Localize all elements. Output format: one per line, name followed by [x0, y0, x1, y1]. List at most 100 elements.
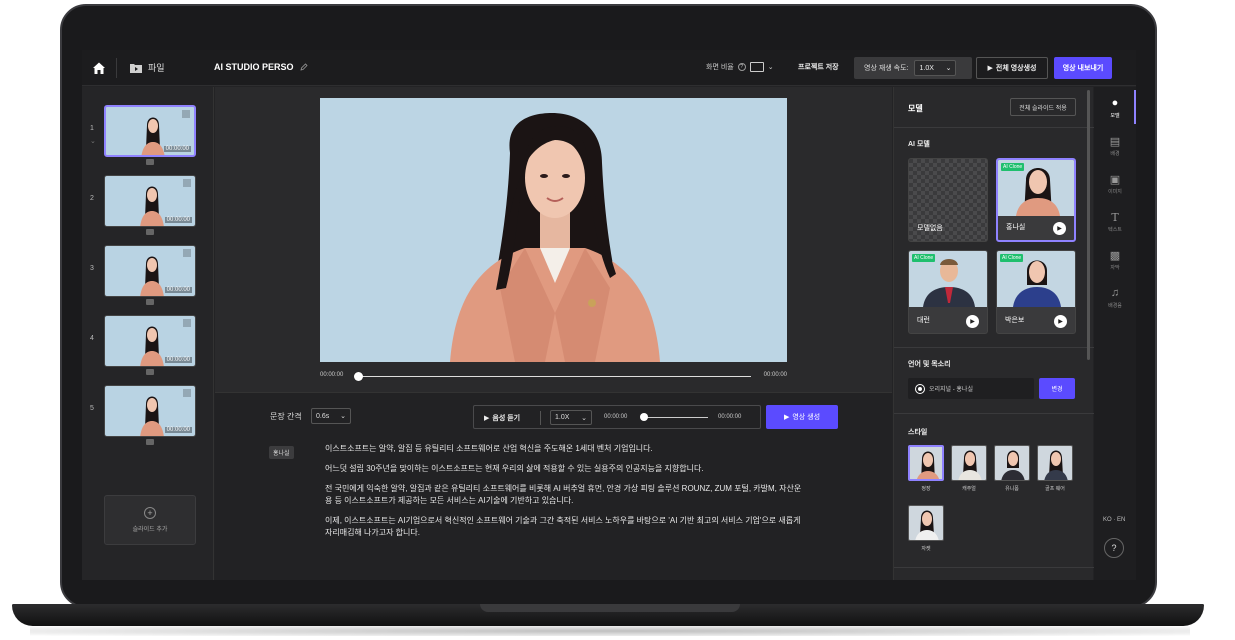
audio-divider: [540, 411, 541, 425]
rail-item-model[interactable]: ● 모델: [1094, 97, 1136, 119]
style-option-suit[interactable]: 정장: [908, 445, 944, 492]
play-icon[interactable]: ▶: [1054, 315, 1067, 328]
slide-note-icon[interactable]: [146, 439, 154, 445]
slide-duration: 00:00:00: [164, 357, 192, 363]
script-paragraph[interactable]: 어느덧 설립 30주년을 맞이하는 이스트소프트는 현재 우리의 삶에 적용할 …: [325, 463, 805, 475]
properties-panel: 모델 전체 슬라이드 적용 AI 모델 모델없음 AI Clone 홍나실 ▶ …: [893, 87, 1094, 580]
panel-scrollbar[interactable]: [1087, 90, 1090, 360]
rail-label: 배경음: [1108, 303, 1122, 309]
script-text[interactable]: 이스트소프트는 알약, 알집 등 유틸리티 소프트웨어로 산업 혁신을 주도해온…: [325, 443, 805, 547]
style-option-golfwear[interactable]: 골프 웨어: [1037, 445, 1073, 492]
timeline-scrubber[interactable]: [354, 372, 363, 381]
slide-item[interactable]: 5 00:00:00: [88, 385, 208, 447]
person-icon: ●: [1111, 97, 1119, 109]
slide-item[interactable]: 2 00:00:00: [88, 175, 208, 237]
editor-center: 00:00:00 00:00:00 문장 간격 0.6s ⌄ ▶ 음성 듣기 1…: [215, 87, 892, 580]
style-label: 자켓: [921, 546, 931, 552]
video-preview[interactable]: [320, 98, 787, 362]
script-paragraph[interactable]: 이스트소프트는 알약, 알집 등 유틸리티 소프트웨어로 산업 혁신을 주도해온…: [325, 443, 805, 455]
rail-label: 텍스트: [1108, 227, 1122, 233]
sentence-gap-select[interactable]: 0.6s ⌄: [311, 408, 351, 424]
project-title[interactable]: AI STUDIO PERSO: [214, 62, 308, 72]
rail-item-image[interactable]: ▣ 이미지: [1094, 173, 1136, 196]
slide-thumbnail[interactable]: 00:00:00: [104, 315, 196, 367]
ai-clone-badge: AI Clone: [912, 254, 936, 262]
home-icon[interactable]: [92, 61, 106, 75]
change-voice-button[interactable]: 변경: [1039, 378, 1075, 399]
style-option-casual[interactable]: 캐주얼: [951, 445, 987, 492]
model-card-hongnasil[interactable]: AI Clone 홍나실 ▶: [996, 158, 1076, 242]
plus-icon: +: [144, 507, 156, 519]
style-label: 캐주얼: [962, 486, 976, 492]
apply-all-slides-button[interactable]: 전체 슬라이드 적용: [1010, 98, 1076, 116]
chevron-down-icon: ⌄: [581, 414, 587, 422]
chevron-down-icon[interactable]: ⌄: [90, 137, 96, 145]
style-thumbnail: [908, 445, 944, 481]
model-card-daren[interactable]: AI Clone 대런 ▶: [908, 250, 988, 334]
generate-all-button[interactable]: ▶ 전체 영상생성: [976, 57, 1048, 79]
generate-video-button[interactable]: ▶ 영상 생성: [766, 405, 838, 429]
script-paragraph[interactable]: 이제, 이스트소프트는 AI기업으로서 혁신적인 소프트웨어 기술과 그간 축적…: [325, 515, 805, 539]
model-name: 홍나실: [1006, 224, 1026, 231]
style-heading: 스타일: [908, 429, 928, 436]
topbar-divider: [116, 58, 117, 78]
playback-speed-select[interactable]: 1.0X ⌄: [914, 60, 957, 76]
slide-thumbnail[interactable]: 00:00:00: [104, 105, 196, 157]
audio-speed-value: 1.0X: [555, 414, 570, 421]
slide-number: 4: [90, 335, 94, 342]
play-icon[interactable]: ▶: [966, 315, 979, 328]
panel-divider: [894, 347, 1094, 348]
slide-thumbnail[interactable]: 00:00:00: [104, 175, 196, 227]
save-project-button[interactable]: 프로젝트 저장: [798, 62, 839, 72]
add-slide-button[interactable]: + 슬라이드 추가: [104, 495, 196, 545]
slide-avatar: [140, 326, 164, 366]
slide-layer-icon: [182, 110, 190, 118]
slide-item[interactable]: 3 00:00:00: [88, 245, 208, 307]
subtitle-icon: ▩: [1109, 249, 1121, 262]
model-card-none[interactable]: 모델없음: [908, 158, 988, 242]
rail-item-background[interactable]: ▤ 배경: [1094, 135, 1136, 158]
timeline-start-time: 00:00:00: [320, 372, 344, 378]
pencil-icon[interactable]: [299, 63, 308, 71]
model-card-parkeunbo[interactable]: AI Clone 박은보 ▶: [996, 250, 1076, 334]
rail-item-subtitle[interactable]: ▩ 자막: [1094, 249, 1136, 272]
audio-preview-box: ▶ 음성 듣기 1.0X ⌄ 00:00:00 00:00:00: [473, 405, 761, 429]
listen-audio-button[interactable]: ▶ 음성 듣기: [484, 413, 520, 423]
slide-note-icon[interactable]: [146, 229, 154, 235]
app-screen: 파일 AI STUDIO PERSO 화면 비율 ? ⌄ 프로젝트 저장 영상 …: [82, 50, 1136, 580]
slide-layer-icon: [183, 389, 191, 397]
slide-number: 3: [90, 265, 94, 272]
speaker-tag[interactable]: 홍나실: [269, 446, 294, 459]
language-switch[interactable]: KO · EN: [1103, 517, 1125, 523]
aspect-ratio-control[interactable]: 화면 비율 ? ⌄: [706, 62, 774, 72]
slide-layer-icon: [183, 179, 191, 187]
slide-note-icon[interactable]: [146, 159, 154, 165]
ai-clone-badge: AI Clone: [1000, 254, 1024, 262]
slide-item[interactable]: 4 00:00:00: [88, 315, 208, 377]
style-label: 골프 웨어: [1045, 486, 1065, 492]
rail-item-music[interactable]: ♫ 배경음: [1094, 287, 1136, 309]
export-video-button[interactable]: 영상 내보내기: [1054, 57, 1112, 79]
file-menu[interactable]: 파일: [130, 61, 165, 74]
help-button[interactable]: ?: [1104, 538, 1124, 558]
generate-all-label: 전체 영상생성: [995, 65, 1037, 72]
slide-thumbnail[interactable]: 00:00:00: [104, 385, 196, 437]
play-icon[interactable]: ▶: [1053, 222, 1066, 235]
audio-track[interactable]: [644, 417, 708, 418]
voice-select[interactable]: 오리지널 - 홍나실: [908, 378, 1034, 399]
listen-audio-label: 음성 듣기: [492, 415, 521, 422]
slide-note-icon[interactable]: [146, 299, 154, 305]
audio-speed-select[interactable]: 1.0X ⌄: [550, 410, 592, 425]
style-option-jacket[interactable]: 자켓: [908, 505, 944, 552]
style-option-uniform[interactable]: 유니폼: [994, 445, 1030, 492]
audio-scrubber[interactable]: [640, 413, 648, 421]
slide-avatar: [141, 117, 165, 155]
slide-note-icon[interactable]: [146, 369, 154, 375]
playback-speed-label: 영상 재생 속도:: [864, 65, 909, 72]
rail-item-text[interactable]: T 텍스트: [1094, 211, 1136, 234]
script-paragraph[interactable]: 전 국민에게 익숙한 알약, 알집과 같은 유틸리티 소프트웨어를 비롯해 AI…: [325, 483, 805, 507]
slide-item[interactable]: 1 ⌄ 00:00:00: [88, 105, 208, 167]
slide-thumbnail[interactable]: 00:00:00: [104, 245, 196, 297]
panel-divider: [894, 127, 1094, 128]
timeline-track[interactable]: [358, 376, 751, 377]
